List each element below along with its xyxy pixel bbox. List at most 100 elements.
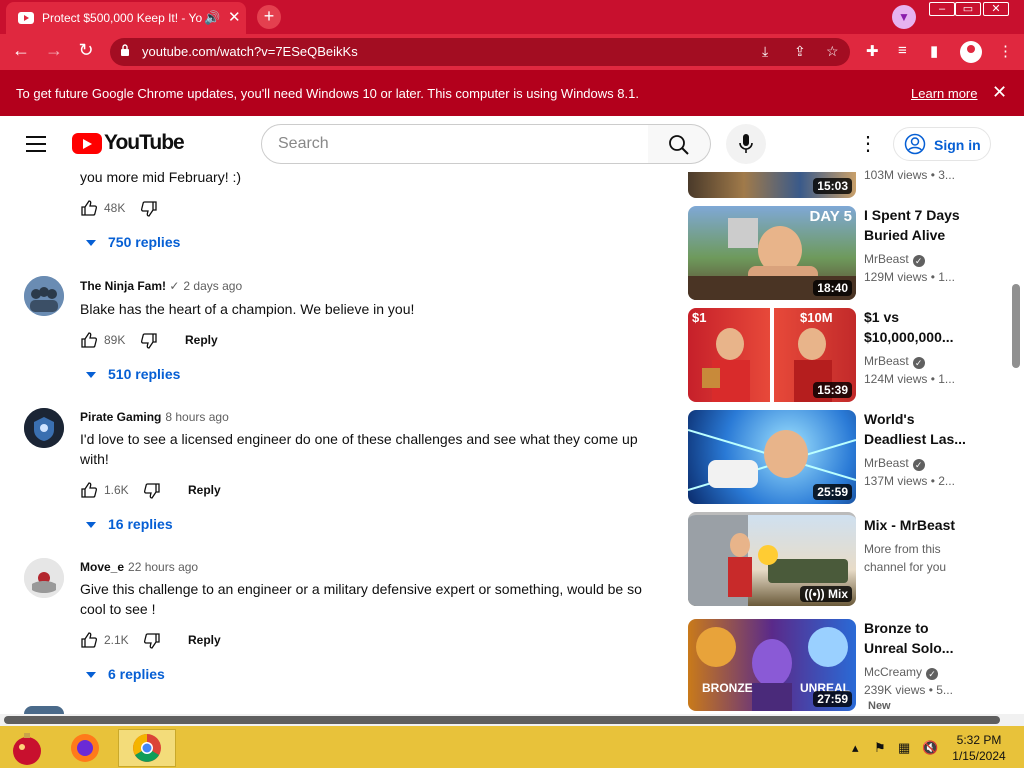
- horizontal-scrollbar[interactable]: [4, 716, 1000, 724]
- guide-menu-icon[interactable]: [26, 136, 46, 152]
- reply-button[interactable]: Reply: [188, 633, 221, 647]
- channel-label[interactable]: MrBeast: [864, 354, 909, 368]
- channel-name[interactable]: MrBeast ✓: [864, 252, 925, 267]
- forward-icon[interactable]: →: [43, 40, 65, 61]
- browser-tab[interactable]: Protect $500,000 Keep It! - YouTube 🔊 ✕: [6, 2, 246, 34]
- thumbs-down-icon[interactable]: [140, 200, 158, 218]
- install-icon[interactable]: ⤓: [762, 43, 768, 60]
- author-name[interactable]: Move_e: [80, 560, 124, 574]
- speaker-icon[interactable]: 🔊: [204, 10, 220, 26]
- comment-author[interactable]: Pirate Gaming 8 hours ago: [80, 410, 229, 424]
- share-icon[interactable]: ⇪: [794, 43, 806, 60]
- reply-button[interactable]: Reply: [188, 483, 221, 497]
- learn-more-link[interactable]: Learn more: [911, 86, 977, 101]
- author-name[interactable]: Pirate Gaming: [80, 410, 161, 424]
- channel-label[interactable]: McCreamy: [864, 665, 922, 679]
- channel-label[interactable]: MrBeast: [864, 456, 909, 470]
- video-thumbnail[interactable]: 15:03: [688, 172, 856, 198]
- avatar[interactable]: [24, 558, 64, 598]
- network-icon[interactable]: ▦: [898, 740, 910, 756]
- video-title-line-2[interactable]: $10,000,000...: [864, 327, 974, 347]
- thumbs-up-icon[interactable]: [80, 481, 98, 499]
- back-icon[interactable]: ←: [10, 40, 32, 61]
- video-meta: 129M views • 1...: [864, 270, 955, 284]
- menu-dots-icon[interactable]: ⋮: [998, 42, 1013, 60]
- reload-icon[interactable]: ↻: [75, 40, 97, 61]
- thumbs-down-icon[interactable]: [140, 332, 158, 350]
- like-count: 89K: [104, 333, 126, 347]
- minimize-button[interactable]: –: [929, 2, 955, 16]
- maximize-button[interactable]: ▭: [955, 2, 981, 16]
- channel-name[interactable]: McCreamy ✓: [864, 665, 939, 680]
- channel-name[interactable]: MrBeast ✓: [864, 456, 925, 471]
- avatar[interactable]: [24, 408, 64, 448]
- vertical-scrollbar[interactable]: [1012, 284, 1020, 368]
- url-text[interactable]: youtube.com/watch?v=7ESeQBeikKs: [142, 44, 358, 59]
- avatar[interactable]: [24, 276, 64, 316]
- sign-in-button[interactable]: Sign in: [893, 127, 991, 161]
- like-count: 2.1K: [104, 633, 129, 647]
- address-bar[interactable]: youtube.com/watch?v=7ESeQBeikKs ⤓ ⇪ ☆: [110, 38, 850, 66]
- comment-time[interactable]: 2 days ago: [183, 279, 242, 293]
- new-tab-button[interactable]: +: [257, 5, 281, 29]
- replies-label: 750 replies: [108, 234, 181, 250]
- profile-avatar-icon[interactable]: [960, 41, 982, 63]
- channel-name[interactable]: MrBeast ✓: [864, 354, 925, 369]
- chrome-taskbar-item[interactable]: [118, 729, 176, 767]
- bookmark-star-icon[interactable]: ☆: [826, 43, 839, 60]
- volume-muted-icon[interactable]: 🔇: [922, 740, 938, 756]
- video-thumbnail[interactable]: $1 $10M 15:39: [688, 308, 856, 402]
- lock-icon[interactable]: [120, 44, 130, 56]
- window-close-button[interactable]: ✕: [983, 2, 1009, 16]
- tab-search-icon[interactable]: ▼: [892, 5, 916, 29]
- duration-badge: 18:40: [813, 280, 852, 296]
- view-replies-button[interactable]: 510 replies: [86, 366, 180, 382]
- reply-button[interactable]: Reply: [185, 333, 218, 347]
- thumbs-up-icon[interactable]: [80, 199, 98, 217]
- video-thumbnail[interactable]: BRONZE UNREAL 27:59: [688, 619, 856, 711]
- close-icon[interactable]: ✕: [228, 8, 241, 26]
- thumbs-down-icon[interactable]: [143, 482, 161, 500]
- video-thumbnail[interactable]: 25:59: [688, 410, 856, 504]
- video-title-line-1[interactable]: I Spent 7 Days: [864, 205, 974, 225]
- voice-search-button[interactable]: [726, 124, 766, 164]
- infobar-close-icon[interactable]: ✕: [992, 82, 1007, 103]
- comment-time[interactable]: 8 hours ago: [165, 410, 228, 424]
- start-button[interactable]: [0, 729, 58, 767]
- video-title-line-1[interactable]: $1 vs: [864, 307, 974, 327]
- settings-dots-icon[interactable]: ⋮: [858, 134, 878, 154]
- video-thumbnail[interactable]: ((•)) Mix: [688, 512, 856, 606]
- extensions-icon[interactable]: ✚: [866, 42, 879, 60]
- youtube-wordmark[interactable]: YouTube: [104, 131, 185, 155]
- tray-up-arrow-icon[interactable]: ▴: [852, 740, 859, 756]
- channel-label[interactable]: MrBeast: [864, 252, 909, 266]
- media-controls-icon[interactable]: ≡: [898, 42, 907, 59]
- system-clock[interactable]: 5:32 PM 1/15/2024: [948, 732, 1010, 764]
- comment-time[interactable]: 22 hours ago: [128, 560, 198, 574]
- video-title-line-2[interactable]: Deadliest Las...: [864, 429, 974, 449]
- side-panel-icon[interactable]: ▮: [930, 42, 938, 60]
- author-name[interactable]: The Ninja Fam!: [80, 279, 166, 293]
- youtube-logo-icon[interactable]: [72, 133, 102, 154]
- video-title-line-1[interactable]: World's: [864, 409, 974, 429]
- comment-author[interactable]: The Ninja Fam! ✓ 2 days ago: [80, 279, 242, 293]
- video-title-line-1[interactable]: Mix - MrBeast: [864, 515, 984, 535]
- view-replies-button[interactable]: 16 replies: [86, 516, 173, 532]
- search-input[interactable]: [261, 124, 649, 164]
- video-title-line-2[interactable]: Buried Alive: [864, 225, 974, 245]
- video-title-line-1[interactable]: Bronze to: [864, 618, 974, 638]
- action-center-flag-icon[interactable]: ⚑: [874, 740, 886, 756]
- view-replies-button[interactable]: 6 replies: [86, 666, 165, 682]
- video-thumbnail[interactable]: DAY 5 18:40: [688, 206, 856, 300]
- comment-author[interactable]: Move_e 22 hours ago: [80, 560, 198, 574]
- thumbs-down-icon[interactable]: [143, 632, 161, 650]
- thumbs-up-icon[interactable]: [80, 331, 98, 349]
- mix-radio-icon: ((•)): [804, 587, 828, 601]
- firefox-taskbar-item[interactable]: [56, 729, 114, 767]
- thumbs-up-icon[interactable]: [80, 631, 98, 649]
- avatar[interactable]: [24, 706, 64, 714]
- video-title-line-2[interactable]: Unreal Solo...: [864, 638, 974, 658]
- view-replies-button[interactable]: 750 replies: [86, 234, 180, 250]
- search-button[interactable]: [648, 124, 711, 164]
- microphone-icon: [739, 134, 753, 153]
